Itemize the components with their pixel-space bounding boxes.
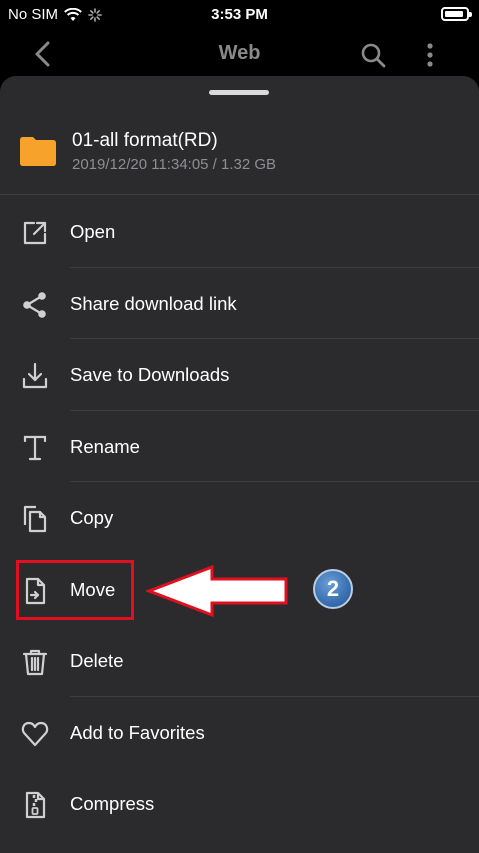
menu-item-label: Rename [70,435,140,457]
status-bar: No SIM 3:53 PM [0,0,479,30]
action-menu: Open Share download link Save to Downloa… [0,196,479,840]
text-rename-icon [20,433,50,463]
menu-item-label: Share download link [70,292,237,314]
menu-item-rename[interactable]: Rename [0,411,479,482]
menu-item-compress[interactable]: Compress [0,768,479,840]
menu-item-label: Save to Downloads [70,364,230,385]
download-icon [20,361,50,391]
file-name: 01-all format(RD) [72,130,218,151]
step-number-badge: 2 [313,569,353,609]
menu-item-open[interactable]: Open [0,196,479,268]
pointer-arrow-icon [146,564,288,618]
highlight-box [16,560,134,620]
zip-file-icon [20,790,50,820]
battery-icon [441,7,472,21]
menu-item-label: Compress [70,793,155,814]
menu-item-label: Copy [70,507,114,528]
search-icon[interactable] [360,42,386,68]
more-vertical-icon[interactable] [424,42,436,68]
folder-icon [20,137,56,166]
open-external-icon [20,218,50,248]
sheet-drag-handle[interactable] [209,90,269,95]
menu-item-delete[interactable]: Delete [0,625,479,697]
header-divider [0,194,479,195]
menu-item-copy[interactable]: Copy [0,482,479,554]
share-icon [20,290,50,320]
menu-item-share-download-link[interactable]: Share download link [0,268,479,339]
action-sheet: 01-all format(RD) 2019/12/20 11:34:05 / … [0,76,479,853]
copy-icon [20,504,50,534]
menu-item-label: Delete [70,650,124,671]
menu-item-label: Add to Favorites [70,721,205,743]
file-header: 01-all format(RD) 2019/12/20 11:34:05 / … [0,118,479,194]
nav-bar: Web [0,30,479,78]
heart-icon [20,719,50,749]
menu-item-label: Open [70,221,116,242]
file-meta: 2019/12/20 11:34:05 / 1.32 GB [72,156,277,173]
menu-item-add-to-favorites[interactable]: Add to Favorites [0,697,479,769]
menu-item-save-to-downloads[interactable]: Save to Downloads [0,339,479,411]
page-title: Web [218,42,261,64]
status-time: 3:53 PM [211,6,268,23]
trash-icon [20,647,50,677]
